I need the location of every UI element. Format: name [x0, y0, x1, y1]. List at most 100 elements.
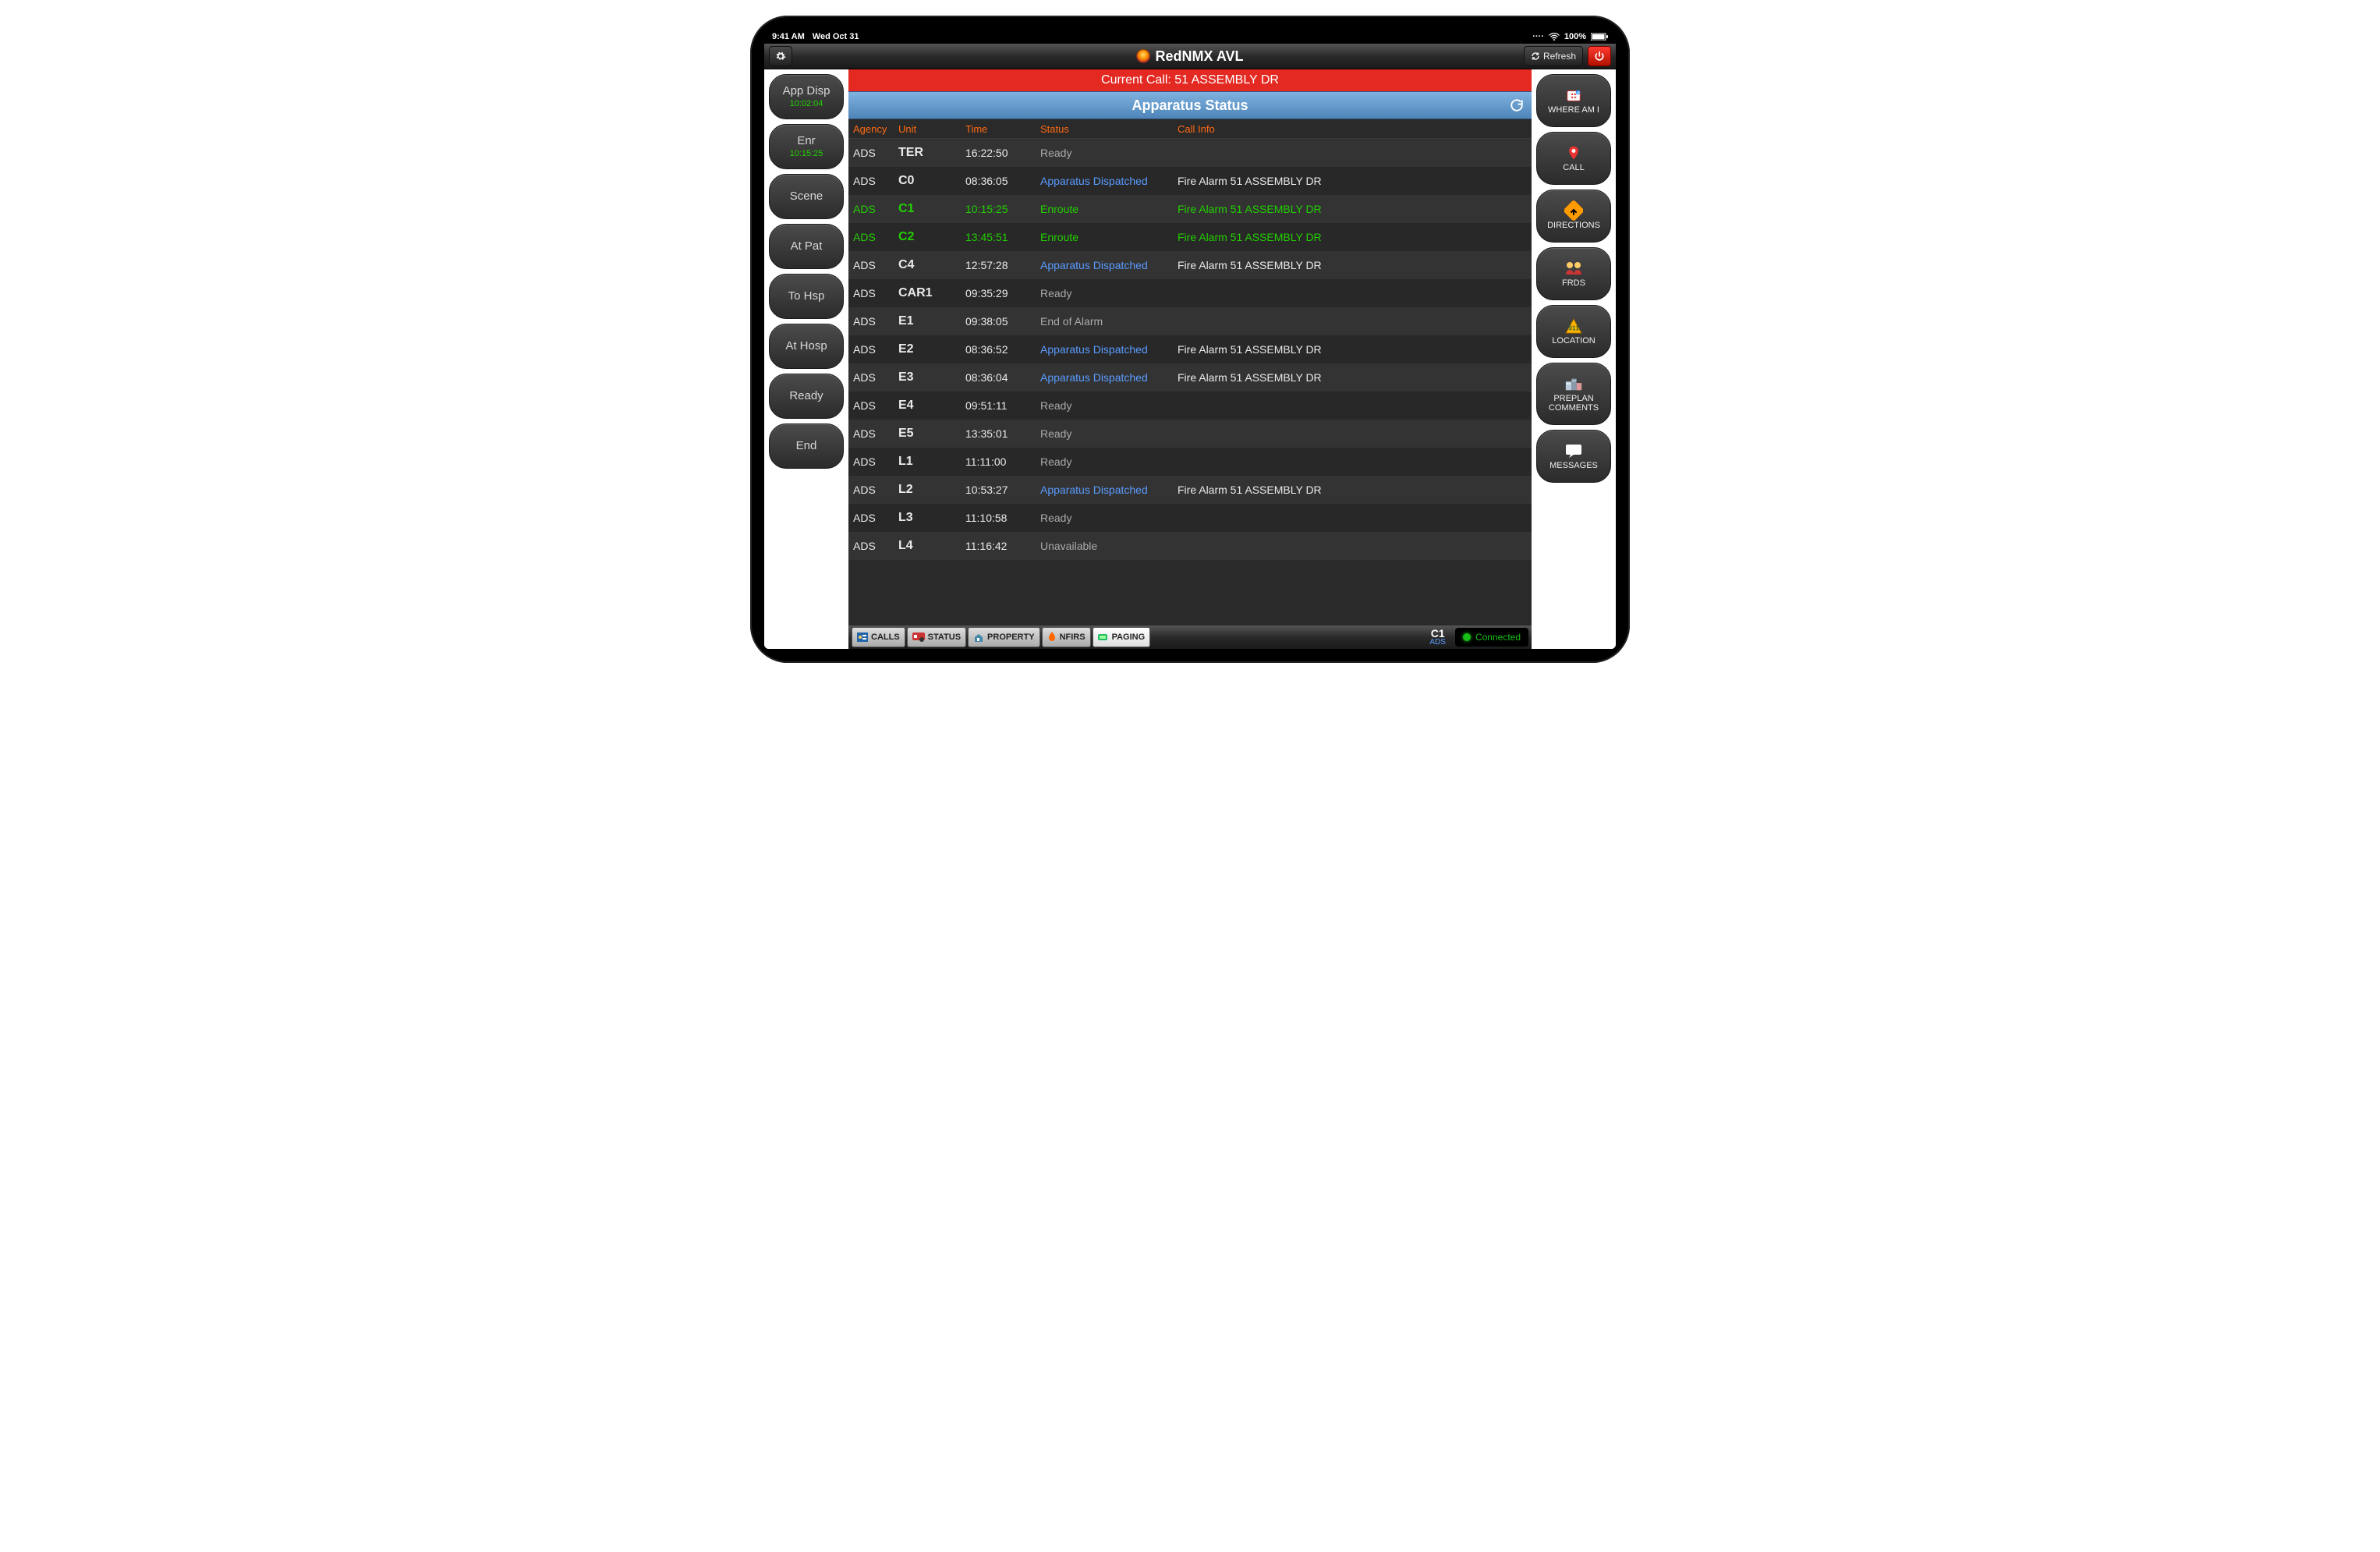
- table-row[interactable]: ADSC412:57:28Apparatus DispatchedFire Al…: [848, 251, 1532, 279]
- calls-tab-icon: [857, 632, 868, 642]
- status-button-time: 10:02:04: [790, 99, 823, 108]
- table-row[interactable]: ADSL210:53:27Apparatus DispatchedFire Al…: [848, 476, 1532, 504]
- cell-status: Enroute: [1040, 231, 1178, 243]
- table-row[interactable]: ADSE513:35:01Ready: [848, 420, 1532, 448]
- cell-time: 08:36:05: [965, 175, 1040, 187]
- table-row[interactable]: ADSTER16:22:50Ready: [848, 139, 1532, 167]
- status-button-at-pat[interactable]: At Pat: [769, 224, 844, 269]
- table-row[interactable]: ADSL311:10:58Ready: [848, 504, 1532, 532]
- action-button-directions[interactable]: DIRECTIONS: [1536, 190, 1611, 243]
- table-row[interactable]: ADSL111:11:00Ready: [848, 448, 1532, 476]
- cell-status: Ready: [1040, 427, 1178, 440]
- status-button-label: At Pat: [791, 240, 823, 253]
- wifi-icon: [1549, 33, 1560, 41]
- status-button-label: Ready: [789, 390, 823, 403]
- power-button[interactable]: [1588, 46, 1611, 66]
- cell-agency: ADS: [853, 455, 898, 468]
- table-row[interactable]: ADSCAR109:35:29Ready: [848, 279, 1532, 307]
- table-header: Agency Unit Time Status Call Info: [848, 119, 1532, 139]
- table-row[interactable]: ADSE409:51:11Ready: [848, 392, 1532, 420]
- action-button-frds[interactable]: FRDS: [1536, 247, 1611, 300]
- status-button-end[interactable]: End: [769, 423, 844, 469]
- cell-callinfo: Fire Alarm 51 ASSEMBLY DR: [1178, 371, 1527, 384]
- status-button-app-disp[interactable]: App Disp10:02:04: [769, 74, 844, 119]
- tab-property[interactable]: PROPERTY: [968, 627, 1040, 647]
- tab-paging[interactable]: PAGING: [1093, 627, 1151, 647]
- status-button-label: At Hosp: [785, 340, 827, 353]
- svg-text:911: 911: [1568, 324, 1579, 332]
- cell-agency: ADS: [853, 540, 898, 552]
- clock: 9:41 AM: [772, 32, 805, 41]
- tab-status[interactable]: STATUS: [907, 627, 966, 647]
- cell-time: 10:15:25: [965, 203, 1040, 215]
- connection-dot-icon: [1463, 633, 1471, 641]
- cell-unit: E4: [898, 399, 965, 413]
- current-unit-indicator[interactable]: C1 ADS: [1429, 628, 1446, 647]
- action-button-label: DIRECTIONS: [1547, 221, 1600, 231]
- col-status: Status: [1040, 123, 1178, 135]
- tab-calls[interactable]: CALLS: [852, 627, 905, 647]
- table-row[interactable]: ADSC213:45:51EnrouteFire Alarm 51 ASSEMB…: [848, 223, 1532, 251]
- cell-agency: ADS: [853, 484, 898, 496]
- refresh-label: Refresh: [1543, 51, 1576, 62]
- cell-time: 16:22:50: [965, 147, 1040, 159]
- status-button-at-hosp[interactable]: At Hosp: [769, 324, 844, 369]
- action-button-where-am-i[interactable]: WHERE AM I: [1536, 74, 1611, 127]
- col-time: Time: [965, 123, 1040, 135]
- refresh-button[interactable]: Refresh: [1524, 46, 1583, 66]
- cell-unit: L1: [898, 455, 965, 469]
- dots-icon: ····: [1532, 32, 1544, 41]
- status-tab-icon: [912, 632, 925, 642]
- cell-status: Ready: [1040, 399, 1178, 412]
- cell-callinfo: Fire Alarm 51 ASSEMBLY DR: [1178, 343, 1527, 356]
- table-row[interactable]: ADSC110:15:25EnrouteFire Alarm 51 ASSEMB…: [848, 195, 1532, 223]
- tab-label: NFIRS: [1060, 632, 1086, 642]
- action-button-location[interactable]: 911 LOCATION: [1536, 305, 1611, 358]
- cell-time: 11:10:58: [965, 512, 1040, 524]
- cell-agency: ADS: [853, 343, 898, 356]
- app-logo-icon: [1136, 49, 1150, 63]
- cell-unit: C2: [898, 230, 965, 244]
- current-agency: ADS: [1429, 639, 1446, 647]
- status-button-enr[interactable]: Enr10:15:25: [769, 124, 844, 169]
- action-button-label: WHERE AM I: [1548, 106, 1599, 115]
- table-row[interactable]: ADSL411:16:42Unavailable: [848, 532, 1532, 560]
- table-row[interactable]: ADSC008:36:05Apparatus DispatchedFire Al…: [848, 167, 1532, 195]
- tab-nfirs[interactable]: NFIRS: [1042, 627, 1091, 647]
- preplan-comments-icon: [1564, 374, 1583, 393]
- battery-icon: [1591, 33, 1608, 41]
- title-bar: RedNMX AVL Refresh: [764, 44, 1616, 69]
- refresh-icon: [1531, 51, 1540, 61]
- action-button-messages[interactable]: MESSAGES: [1536, 430, 1611, 483]
- panel-refresh-icon[interactable]: [1510, 98, 1524, 112]
- col-agency: Agency: [853, 123, 898, 135]
- table-row[interactable]: ADSE308:36:04Apparatus DispatchedFire Al…: [848, 363, 1532, 392]
- action-button-label: MESSAGES: [1549, 462, 1598, 471]
- action-button-call[interactable]: CALL: [1536, 132, 1611, 185]
- connection-label: Connected: [1475, 632, 1521, 643]
- table-row[interactable]: ADSE109:38:05End of Alarm: [848, 307, 1532, 335]
- cell-time: 11:11:00: [965, 455, 1040, 468]
- status-button-label: Enr: [797, 135, 815, 148]
- status-button-ready[interactable]: Ready: [769, 374, 844, 419]
- action-button-preplan-comments[interactable]: PREPLAN COMMENTS: [1536, 363, 1611, 425]
- table-body[interactable]: ADSTER16:22:50ReadyADSC008:36:05Apparatu…: [848, 139, 1532, 625]
- action-button-label: LOCATION: [1552, 337, 1595, 346]
- status-button-scene[interactable]: Scene: [769, 174, 844, 219]
- cell-agency: ADS: [853, 259, 898, 271]
- cell-unit: C1: [898, 202, 965, 216]
- bottom-bar: CALLSSTATUSPROPERTY NFIRS PAGING C1 ADS Co…: [848, 625, 1532, 649]
- table-row[interactable]: ADSE208:36:52Apparatus DispatchedFire Al…: [848, 335, 1532, 363]
- status-button-to-hsp[interactable]: To Hsp: [769, 274, 844, 319]
- cell-unit: L3: [898, 511, 965, 525]
- status-button-time: 10:15:25: [790, 149, 823, 158]
- status-button-label: To Hsp: [788, 290, 825, 303]
- cell-time: 13:35:01: [965, 427, 1040, 440]
- current-call-bar: Current Call: 51 ASSEMBLY DR: [848, 69, 1532, 91]
- paging-tab-icon: [1098, 632, 1109, 642]
- cell-time: 11:16:42: [965, 540, 1040, 552]
- settings-button[interactable]: [769, 46, 792, 66]
- cell-unit: L2: [898, 483, 965, 497]
- cell-status: Ready: [1040, 512, 1178, 524]
- cell-agency: ADS: [853, 287, 898, 299]
